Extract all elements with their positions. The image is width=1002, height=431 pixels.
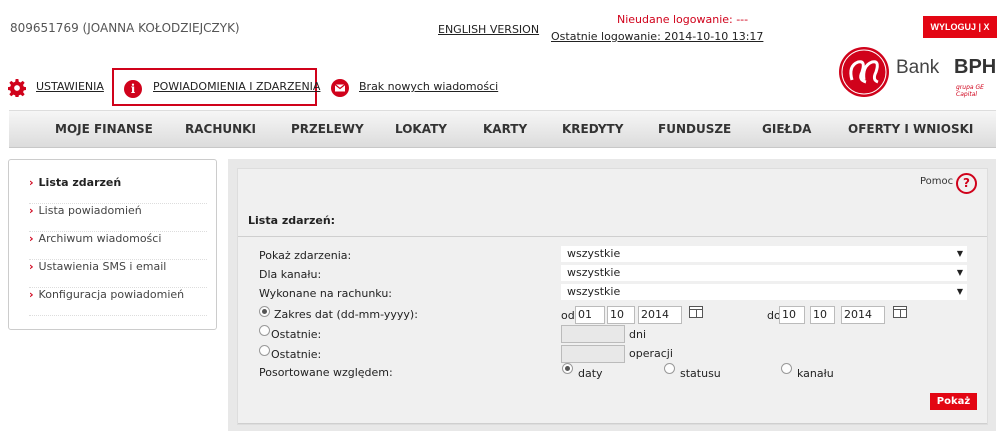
dropdown-arrow-icon: ▼ — [956, 249, 963, 258]
english-version-link[interactable]: ENGLISH VERSION — [438, 23, 539, 36]
last-days-label: Ostatnie: — [271, 328, 322, 341]
nav-item-funds[interactable]: FUNDUSZE — [658, 122, 731, 136]
logout-button[interactable]: WYLOGUJ | X — [923, 16, 997, 38]
sidebar-item-label: Ustawienia SMS i email — [38, 260, 167, 273]
chevron-right-icon: › — [29, 260, 34, 273]
calendar-icon[interactable] — [689, 306, 703, 318]
logo-text-bold: BPH — [954, 56, 997, 78]
nav-item-my-finances[interactable]: MOJE FINANSE — [55, 122, 153, 136]
help-label[interactable]: Pomoc — [920, 176, 953, 187]
show-button[interactable]: Pokaż — [930, 393, 977, 410]
info-icon: i — [124, 80, 142, 98]
date-to-month-input[interactable]: 10 — [810, 306, 835, 324]
sidebar-item-sms-email-settings[interactable]: › Ustawienia SMS i email — [29, 260, 207, 288]
calendar-icon[interactable] — [893, 306, 907, 318]
date-range-label: Zakres dat (dd-mm-yyyy): — [274, 308, 418, 321]
last-ops-radio[interactable] — [259, 345, 270, 356]
date-from-year-input[interactable]: 2014 — [638, 306, 682, 324]
show-events-label: Pokaż zdarzenia: — [259, 249, 352, 262]
sort-date-radio[interactable] — [562, 363, 573, 374]
bph-logo-icon — [839, 47, 889, 97]
nav-item-stock[interactable]: GIEŁDA — [762, 122, 811, 136]
show-events-select[interactable]: wszystkie ▼ — [561, 246, 967, 262]
help-icon[interactable]: ? — [956, 173, 977, 194]
show-events-value: wszystkie — [567, 247, 621, 260]
main-navigation: MOJE FINANSE RACHUNKI PRZELEWY LOKATY KA… — [9, 110, 996, 148]
chevron-right-icon: › — [29, 288, 34, 301]
account-label: Wykonane na rachunku: — [259, 287, 392, 300]
date-from-month-input[interactable]: 10 — [607, 306, 635, 324]
sort-by-label: Posortowane względem: — [259, 366, 393, 379]
chevron-right-icon: › — [29, 232, 34, 245]
date-range-radio[interactable] — [259, 306, 270, 317]
channel-select[interactable]: wszystkie ▼ — [561, 265, 967, 281]
sort-channel-radio[interactable] — [781, 363, 792, 374]
nav-item-cards[interactable]: KARTY — [483, 122, 527, 136]
sidebar-item-notification-config[interactable]: › Konfiguracja powiadomień — [29, 288, 207, 316]
days-unit: dni — [629, 328, 647, 341]
sort-status-radio[interactable] — [664, 363, 675, 374]
section-title: Lista zdarzeń: — [248, 214, 336, 227]
date-to-year-input[interactable]: 2014 — [841, 306, 885, 324]
nav-item-loans[interactable]: KREDYTY — [562, 122, 623, 136]
channel-value: wszystkie — [567, 266, 621, 279]
logo-subtitle: grupa GE Capital — [956, 84, 984, 98]
date-from-day-input[interactable]: 01 — [575, 306, 605, 324]
last-login-status: Ostatnie logowanie: 2014-10-10 13:17 — [551, 30, 764, 43]
date-from-prefix: od — [561, 309, 575, 322]
divider — [238, 423, 987, 424]
last-ops-label: Ostatnie: — [271, 348, 322, 361]
user-info: 809651769 (JOANNA KOŁODZIEJCZYK) — [10, 21, 240, 35]
chevron-right-icon: › — [29, 204, 34, 217]
sort-date-label: daty — [578, 367, 603, 380]
sidebar-item-label: Archiwum wiadomości — [38, 232, 162, 245]
notifications-link[interactable]: POWIADOMIENIA I ZDARZENIA — [153, 80, 320, 93]
sort-channel-label: kanału — [797, 367, 834, 380]
nav-item-offers[interactable]: OFERTY I WNIOSKI — [848, 122, 973, 136]
sidebar-item-message-archive[interactable]: › Archiwum wiadomości — [29, 232, 207, 260]
dropdown-arrow-icon: ▼ — [956, 287, 963, 296]
nav-item-deposits[interactable]: LOKATY — [395, 122, 447, 136]
channel-label: Dla kanału: — [259, 268, 322, 281]
chevron-right-icon: › — [29, 176, 34, 189]
last-days-radio[interactable] — [259, 325, 270, 336]
account-value: wszystkie — [567, 285, 621, 298]
last-days-input[interactable] — [561, 325, 625, 343]
gear-icon[interactable] — [8, 79, 26, 97]
sidebar-item-label: Lista powiadomień — [38, 204, 142, 217]
date-to-day-input[interactable]: 10 — [779, 306, 805, 324]
mail-icon[interactable] — [331, 79, 349, 97]
sidebar-item-label: Lista zdarzeń — [38, 176, 122, 189]
divider — [238, 236, 987, 237]
failed-logins-status: Nieudane logowanie: --- — [617, 13, 749, 26]
ops-unit: operacji — [629, 347, 673, 360]
nav-item-accounts[interactable]: RACHUNKI — [185, 122, 256, 136]
dropdown-arrow-icon: ▼ — [956, 268, 963, 277]
sidebar: › Lista zdarzeń › Lista powiadomień › Archi… — [8, 159, 217, 330]
settings-link[interactable]: USTAWIENIA — [36, 80, 104, 93]
messages-link[interactable]: Brak nowych wiadomości — [359, 80, 498, 93]
logo-text: Bank — [896, 57, 940, 78]
last-ops-input[interactable] — [561, 345, 625, 363]
sidebar-item-label: Konfiguracja powiadomień — [38, 288, 185, 301]
sidebar-item-event-list[interactable]: › Lista zdarzeń — [29, 176, 207, 204]
nav-item-transfers[interactable]: PRZELEWY — [291, 122, 364, 136]
bank-logo: Bank BPH grupa GE Capital — [838, 46, 998, 102]
sidebar-item-notification-list[interactable]: › Lista powiadomień — [29, 204, 207, 232]
account-select[interactable]: wszystkie ▼ — [561, 284, 967, 300]
sort-status-label: statusu — [680, 367, 721, 380]
